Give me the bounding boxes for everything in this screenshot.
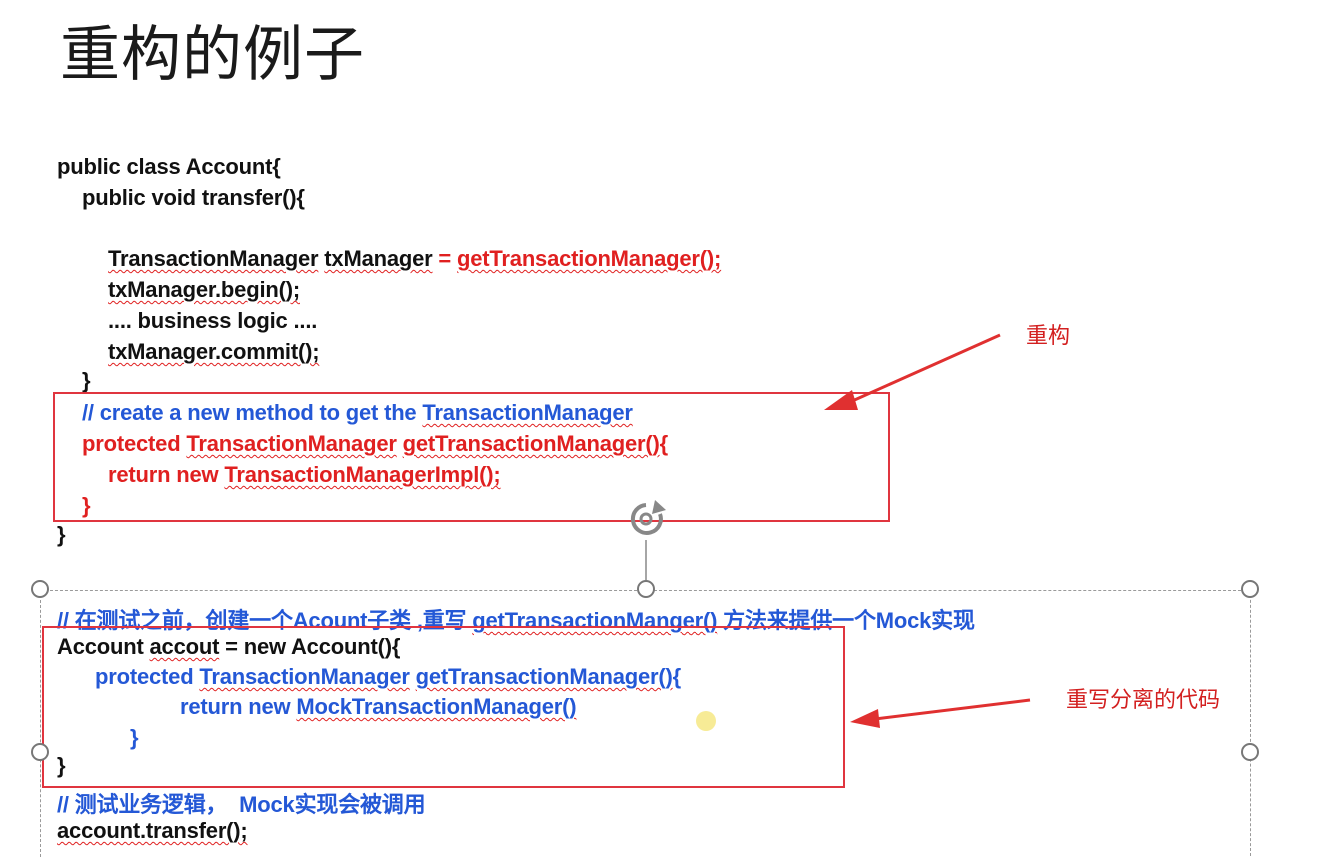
arrow-to-override-box: [850, 698, 1031, 728]
arrow-to-refactor-box: [824, 333, 1001, 410]
cursor-highlight: [696, 711, 716, 731]
overlay-graphics: [630, 333, 1031, 731]
rotate-handle-icon[interactable]: [630, 500, 666, 580]
